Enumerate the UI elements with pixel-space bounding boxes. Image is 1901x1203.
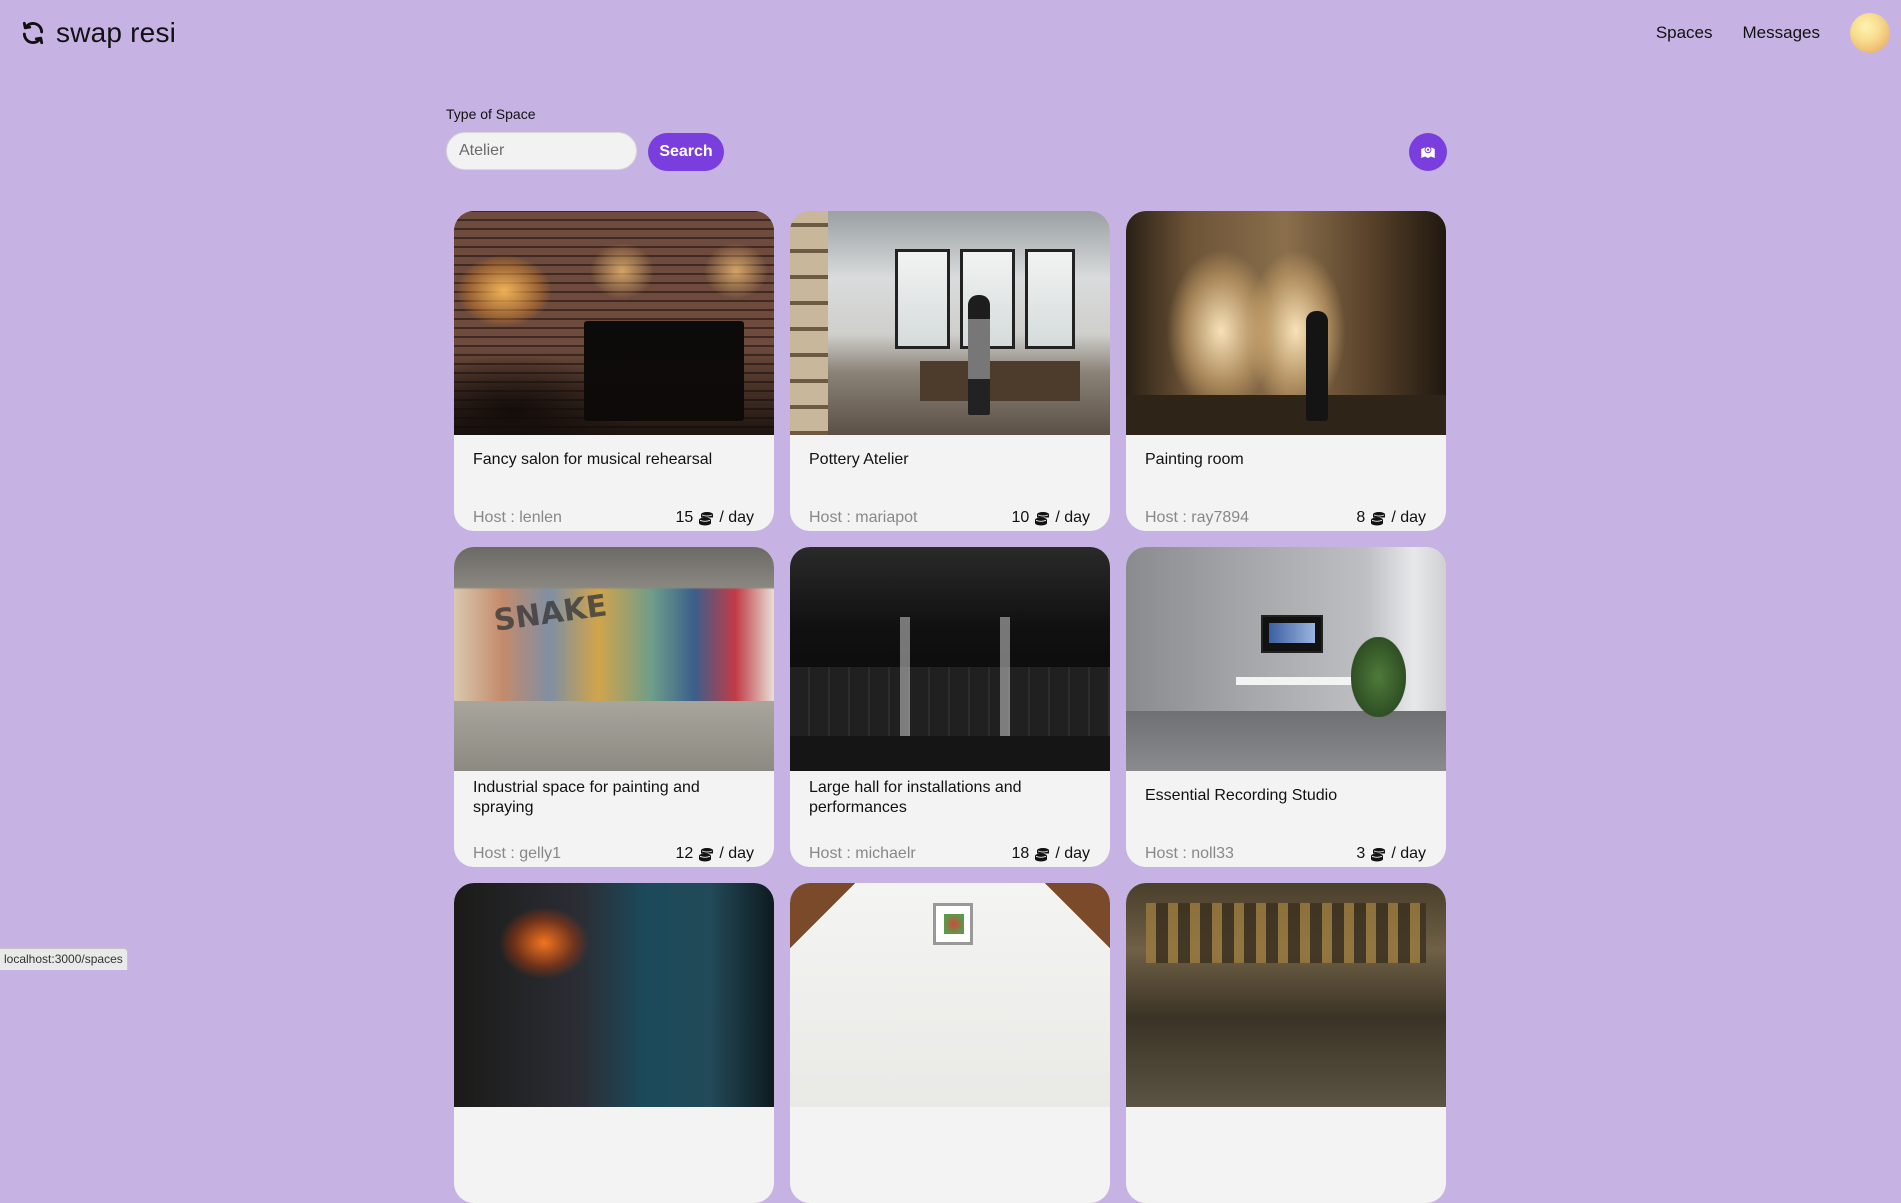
space-card[interactable]: Essential Recording Studio Host : noll33…: [1126, 547, 1446, 867]
space-photo: SNAKE: [454, 547, 774, 771]
navbar: swap resi Spaces Messages: [0, 0, 1901, 66]
space-photo: [790, 883, 1110, 1107]
host-name: Host : lenlen: [473, 509, 562, 527]
map-view-button[interactable]: [1409, 133, 1447, 171]
nav-messages-link[interactable]: Messages: [1743, 23, 1820, 43]
space-price: 12/ day: [676, 845, 754, 863]
coins-icon: [698, 511, 714, 526]
space-price: 8/ day: [1356, 509, 1426, 527]
space-card[interactable]: Fancy salon for musical rehearsal Host :…: [454, 211, 774, 531]
host-name: Host : michaelr: [809, 845, 916, 863]
coins-icon: [1034, 511, 1050, 526]
space-title: Industrial space for painting and sprayi…: [473, 778, 754, 818]
nav-spaces-link[interactable]: Spaces: [1656, 23, 1713, 43]
coins-icon: [1370, 511, 1386, 526]
space-price: 18/ day: [1012, 845, 1090, 863]
search-bar: Type of Space Search: [445, 104, 1446, 174]
space-type-input[interactable]: [446, 132, 637, 170]
user-avatar[interactable]: [1850, 13, 1890, 53]
space-photo: [1126, 883, 1446, 1107]
space-card[interactable]: SNAKE Industrial space for painting and …: [454, 547, 774, 867]
space-title: Fancy salon for musical rehearsal: [473, 450, 754, 470]
space-card[interactable]: Pottery Atelier Host : mariapot 10/ day: [790, 211, 1110, 531]
space-price: 3/ day: [1356, 845, 1426, 863]
space-photo: [1126, 211, 1446, 435]
search-label: Type of Space: [446, 106, 536, 122]
space-card[interactable]: Painting room Host : ray7894 8/ day: [1126, 211, 1446, 531]
space-photo: [454, 883, 774, 1107]
browser-status-url: localhost:3000/spaces: [0, 948, 128, 970]
refresh-icon: [20, 20, 46, 46]
nav-links: Spaces Messages: [1656, 13, 1890, 53]
space-card[interactable]: [790, 883, 1110, 1203]
host-name: Host : ray7894: [1145, 509, 1249, 527]
space-title: Large hall for installations and perform…: [809, 778, 1090, 818]
coins-icon: [698, 847, 714, 862]
space-title: Painting room: [1145, 450, 1426, 470]
spaces-grid: Fancy salon for musical rehearsal Host :…: [454, 211, 1446, 1203]
coins-icon: [1370, 847, 1386, 862]
space-photo: [454, 211, 774, 435]
space-photo: [1126, 547, 1446, 771]
space-title: Pottery Atelier: [809, 450, 1090, 470]
space-photo: [790, 211, 1110, 435]
host-name: Host : noll33: [1145, 845, 1234, 863]
space-title: Essential Recording Studio: [1145, 786, 1426, 806]
host-name: Host : mariapot: [809, 509, 917, 527]
space-price: 10/ day: [1012, 509, 1090, 527]
search-button[interactable]: Search: [648, 133, 724, 171]
space-price: 15/ day: [676, 509, 754, 527]
host-name: Host : gelly1: [473, 845, 561, 863]
brand-name: swap resi: [56, 17, 176, 49]
space-card[interactable]: Large hall for installations and perform…: [790, 547, 1110, 867]
space-card[interactable]: [454, 883, 774, 1203]
coins-icon: [1034, 847, 1050, 862]
map-location-icon: [1419, 143, 1437, 161]
space-card[interactable]: [1126, 883, 1446, 1203]
space-photo: [790, 547, 1110, 771]
brand-logo-link[interactable]: swap resi: [20, 17, 176, 49]
